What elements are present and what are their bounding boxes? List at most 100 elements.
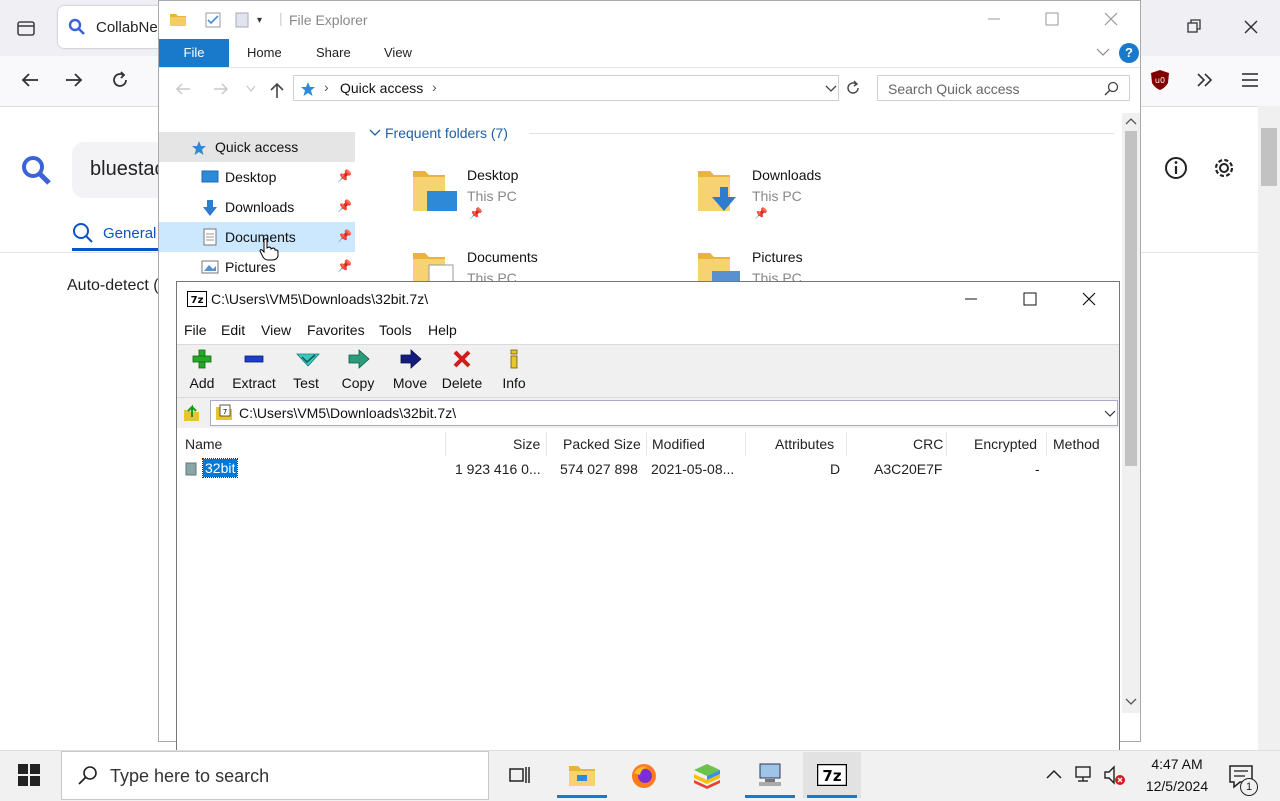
menu-help[interactable]: Help	[428, 322, 457, 338]
close-icon[interactable]	[1243, 19, 1259, 35]
scroll-down-chevron-icon[interactable]	[1125, 697, 1137, 707]
folder-icon	[185, 462, 199, 476]
browser-scrollbar[interactable]	[1258, 106, 1280, 750]
clock-time[interactable]: 4:47 AM	[1143, 756, 1211, 772]
nav-item-desktop[interactable]: Desktop 📌	[159, 162, 355, 192]
delete-button[interactable]: Delete	[437, 346, 487, 394]
scroll-up-chevron-icon[interactable]	[1125, 116, 1137, 126]
tab-overview-icon[interactable]	[16, 18, 36, 38]
section-collapse-chevron-icon[interactable]	[369, 129, 381, 137]
column-size[interactable]: Size	[513, 436, 540, 452]
minimize-icon[interactable]	[964, 292, 978, 306]
menu-favorites[interactable]: Favorites	[307, 322, 365, 338]
close-icon[interactable]	[1104, 12, 1118, 26]
ribbon-tab-home[interactable]: Home	[247, 45, 282, 60]
task-view-button[interactable]	[490, 752, 548, 798]
column-separator[interactable]	[445, 432, 446, 456]
new-folder-icon[interactable]	[235, 12, 249, 28]
info-icon[interactable]	[1164, 156, 1188, 180]
back-icon[interactable]	[20, 70, 40, 90]
minimize-icon[interactable]	[987, 12, 1001, 26]
row-name[interactable]: 32bit	[201, 458, 239, 478]
column-attributes[interactable]: Attributes	[775, 436, 834, 452]
back-arrow-icon[interactable]	[175, 81, 191, 97]
column-separator[interactable]	[946, 432, 947, 456]
restore-icon[interactable]	[1186, 18, 1202, 34]
menu-file[interactable]: File	[184, 322, 207, 338]
test-button[interactable]: Test	[281, 346, 331, 394]
column-method[interactable]: Method	[1053, 436, 1100, 452]
recent-locations-chevron-icon[interactable]	[246, 85, 256, 93]
nav-item-downloads[interactable]: Downloads 📌	[159, 192, 355, 222]
extract-button[interactable]: Extract	[229, 346, 279, 394]
close-icon[interactable]	[1082, 292, 1096, 306]
volume-muted-icon[interactable]	[1103, 765, 1127, 787]
ribbon-tab-file[interactable]: File	[159, 39, 229, 67]
menu-tools[interactable]: Tools	[379, 322, 412, 338]
column-modified[interactable]: Modified	[652, 436, 705, 452]
nav-item-documents[interactable]: Documents 📌	[159, 222, 355, 252]
column-encrypted[interactable]: Encrypted	[974, 436, 1037, 452]
up-folder-icon[interactable]	[183, 404, 201, 422]
taskbar-file-explorer[interactable]	[553, 752, 611, 798]
taskbar-firefox[interactable]	[616, 752, 674, 798]
forward-arrow-icon[interactable]	[213, 81, 229, 97]
tab-general[interactable]: General	[103, 225, 156, 242]
ribbon-expand-chevron-icon[interactable]	[1096, 47, 1110, 57]
folder-tile-pictures[interactable]: Pictures This PC	[696, 247, 936, 281]
windows-start-icon[interactable]	[18, 764, 40, 786]
column-separator[interactable]	[646, 432, 647, 456]
browser-scroll-thumb[interactable]	[1261, 128, 1277, 186]
up-arrow-icon[interactable]	[269, 81, 285, 99]
ribbon-tab-share[interactable]: Share	[316, 45, 351, 60]
path-dropdown-chevron-icon[interactable]	[1104, 410, 1116, 418]
menu-edit[interactable]: Edit	[221, 322, 245, 338]
folder-tile-downloads[interactable]: Downloads This PC 📌	[696, 165, 936, 235]
properties-icon[interactable]	[205, 12, 221, 28]
ribbon-tab-view[interactable]: View	[384, 45, 412, 60]
column-separator[interactable]	[546, 432, 547, 456]
quick-access-toolbar-dropdown-icon[interactable]: ▾	[257, 15, 262, 26]
column-separator[interactable]	[1046, 432, 1047, 456]
search-input-value[interactable]: bluestac	[90, 158, 165, 181]
show-hidden-icons-chevron-icon[interactable]	[1046, 768, 1062, 780]
menu-view[interactable]: View	[261, 322, 291, 338]
help-icon[interactable]: ?	[1119, 43, 1139, 63]
refresh-icon[interactable]	[845, 80, 861, 96]
menu-icon[interactable]	[1241, 72, 1259, 88]
taskbar-7zip[interactable]: 7z	[803, 752, 861, 798]
address-bar[interactable]: › Quick access ›	[293, 75, 839, 101]
info-button[interactable]: Info	[489, 346, 539, 394]
folder-tile-desktop[interactable]: Desktop This PC 📌	[411, 165, 651, 235]
nav-item-pictures[interactable]: Pictures 📌	[159, 252, 355, 282]
maximize-icon[interactable]	[1023, 292, 1037, 306]
column-separator[interactable]	[745, 432, 746, 456]
add-button[interactable]: Add	[177, 346, 227, 394]
forward-icon[interactable]	[64, 70, 84, 90]
copy-button[interactable]: Copy	[333, 346, 383, 394]
nav-item-quick-access[interactable]: Quick access	[159, 132, 355, 162]
folder-tile-documents[interactable]: Documents This PC	[411, 247, 651, 281]
taskbar-network-app[interactable]	[741, 752, 799, 798]
column-crc[interactable]: CRC	[913, 436, 943, 452]
table-row[interactable]: 32bit 1 923 416 0... 574 027 898 2021-05…	[177, 457, 1119, 481]
taskbar-search-box[interactable]: Type here to search	[61, 751, 489, 800]
address-dropdown-chevron-icon[interactable]	[825, 85, 837, 93]
path-combobox[interactable]: 7 C:\Users\VM5\Downloads\32bit.7z\	[210, 400, 1118, 426]
search-field[interactable]: Search Quick access	[877, 75, 1130, 101]
explorer-scroll-thumb[interactable]	[1125, 131, 1137, 466]
column-packed-size[interactable]: Packed Size	[563, 436, 641, 452]
move-button[interactable]: Move	[385, 346, 435, 394]
clock-date[interactable]: 12/5/2024	[1143, 778, 1211, 794]
column-separator[interactable]	[846, 432, 847, 456]
extensions-chevron-icon[interactable]	[1195, 71, 1215, 89]
frequent-folders-header[interactable]: Frequent folders (7)	[385, 125, 508, 141]
browser-tab[interactable]: CollabNe	[58, 6, 168, 48]
taskbar-bluestacks[interactable]	[678, 752, 736, 798]
settings-gear-icon[interactable]	[1211, 155, 1237, 181]
network-icon[interactable]	[1074, 765, 1096, 783]
reload-icon[interactable]	[110, 70, 130, 90]
maximize-icon[interactable]	[1045, 12, 1059, 26]
column-name[interactable]: Name	[185, 436, 222, 452]
ublock-icon[interactable]: u0	[1150, 69, 1170, 91]
